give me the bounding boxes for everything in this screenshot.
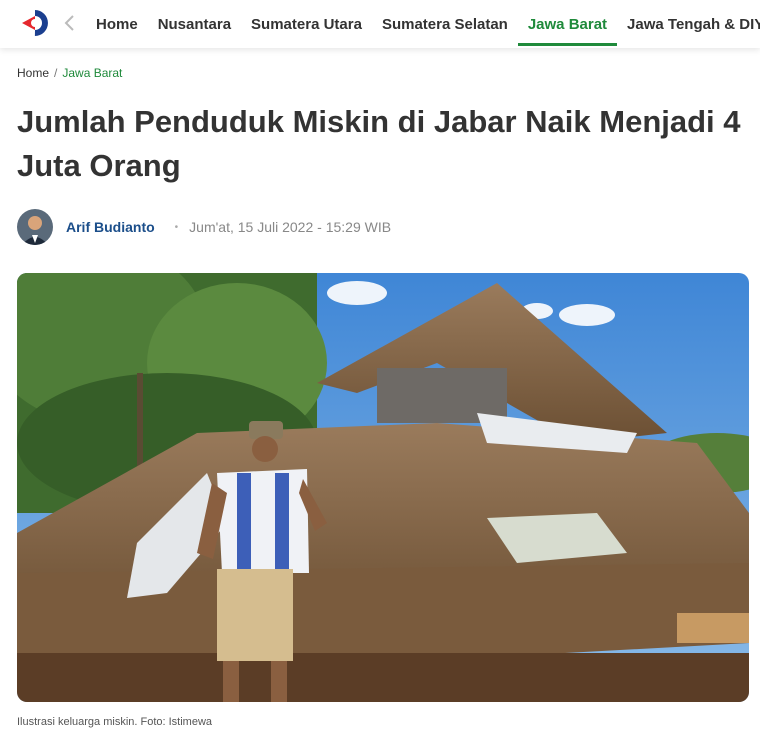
author-row: Arif Budianto • Jum'at, 15 Juli 2022 - 1… <box>17 208 391 246</box>
image-caption: Ilustrasi keluarga miskin. Foto: Istimew… <box>17 716 213 728</box>
nav-item-nusantara[interactable]: Nusantara <box>148 0 241 48</box>
nav-item-home[interactable]: Home <box>86 0 148 48</box>
top-navbar: Home Nusantara Sumatera Utara Sumatera S… <box>0 0 760 48</box>
author-avatar[interactable] <box>17 209 53 245</box>
nav-item-sumatera-utara[interactable]: Sumatera Utara <box>241 0 372 48</box>
meta-separator: • <box>174 221 179 233</box>
breadcrumb: Home / Jawa Barat <box>17 66 122 80</box>
article-hero-image <box>17 273 749 702</box>
main-nav: Home Nusantara Sumatera Utara Sumatera S… <box>86 0 760 48</box>
nav-item-jawa-barat[interactable]: Jawa Barat <box>517 0 618 48</box>
site-logo-icon[interactable] <box>22 8 48 38</box>
breadcrumb-home-link[interactable]: Home <box>17 66 49 80</box>
breadcrumb-current-link[interactable]: Jawa Barat <box>62 66 122 80</box>
publish-date: Jum'at, 15 Juli 2022 - 15:29 WIB <box>189 219 392 235</box>
breadcrumb-separator: / <box>54 66 58 80</box>
chevron-left-icon[interactable] <box>62 12 78 34</box>
nav-item-sumatera-selatan[interactable]: Sumatera Selatan <box>372 0 518 48</box>
nav-item-jawa-tengah-diy[interactable]: Jawa Tengah & DIY <box>617 0 760 48</box>
author-name-link[interactable]: Arif Budianto <box>66 219 155 235</box>
article-title: Jumlah Penduduk Miskin di Jabar Naik Men… <box>17 104 741 183</box>
